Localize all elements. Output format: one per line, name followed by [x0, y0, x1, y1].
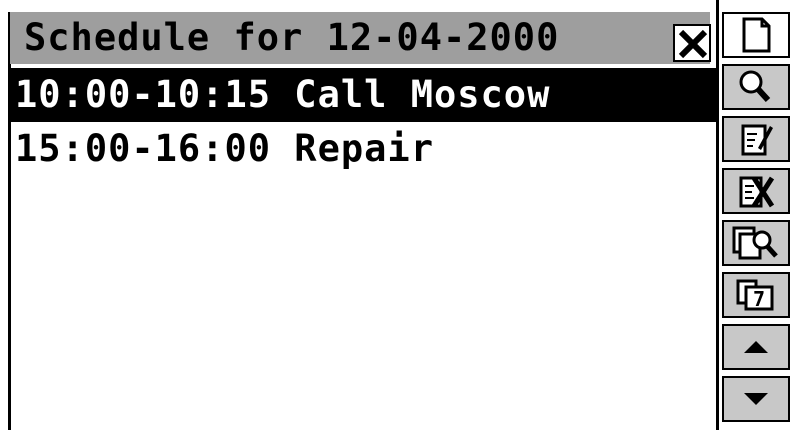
schedule-entry[interactable]: 10:00-10:15 Call Moscow — [11, 68, 717, 122]
schedule-entry[interactable]: 15:00-16:00 Repair — [11, 122, 717, 176]
schedule-list: 10:00-10:15 Call Moscow 15:00-16:00 Repa… — [11, 68, 717, 176]
new-button[interactable] — [722, 12, 790, 58]
edit-button[interactable] — [722, 116, 790, 162]
calendar-icon: 7 — [736, 279, 774, 311]
find-in-calendar-icon — [732, 226, 778, 260]
new-document-icon — [742, 17, 771, 53]
schedule-screen: Schedule for 12-04-2000 10:00-10:15 Call… — [0, 0, 798, 430]
calendar-button[interactable]: 7 — [722, 272, 790, 318]
title-bar: Schedule for 12-04-2000 — [10, 12, 711, 64]
search-button[interactable] — [722, 64, 790, 110]
calendar-day-label: 7 — [753, 287, 765, 311]
close-button[interactable] — [673, 24, 711, 62]
close-icon — [678, 29, 708, 59]
edit-icon — [741, 124, 773, 156]
search-icon — [739, 70, 771, 103]
schedule-entry-text: 15:00-16:00 Repair — [15, 127, 434, 170]
scroll-up-button[interactable] — [722, 324, 790, 370]
delete-icon — [739, 176, 775, 208]
window-title: Schedule for 12-04-2000 — [24, 16, 560, 59]
find-in-calendar-button[interactable] — [722, 220, 790, 266]
scroll-down-icon — [744, 393, 768, 405]
scroll-down-button[interactable] — [722, 376, 790, 422]
scroll-up-icon — [744, 341, 768, 353]
toolbar-divider — [716, 0, 719, 430]
schedule-entry-text: 10:00-10:15 Call Moscow — [15, 73, 551, 116]
delete-button[interactable] — [722, 168, 790, 214]
